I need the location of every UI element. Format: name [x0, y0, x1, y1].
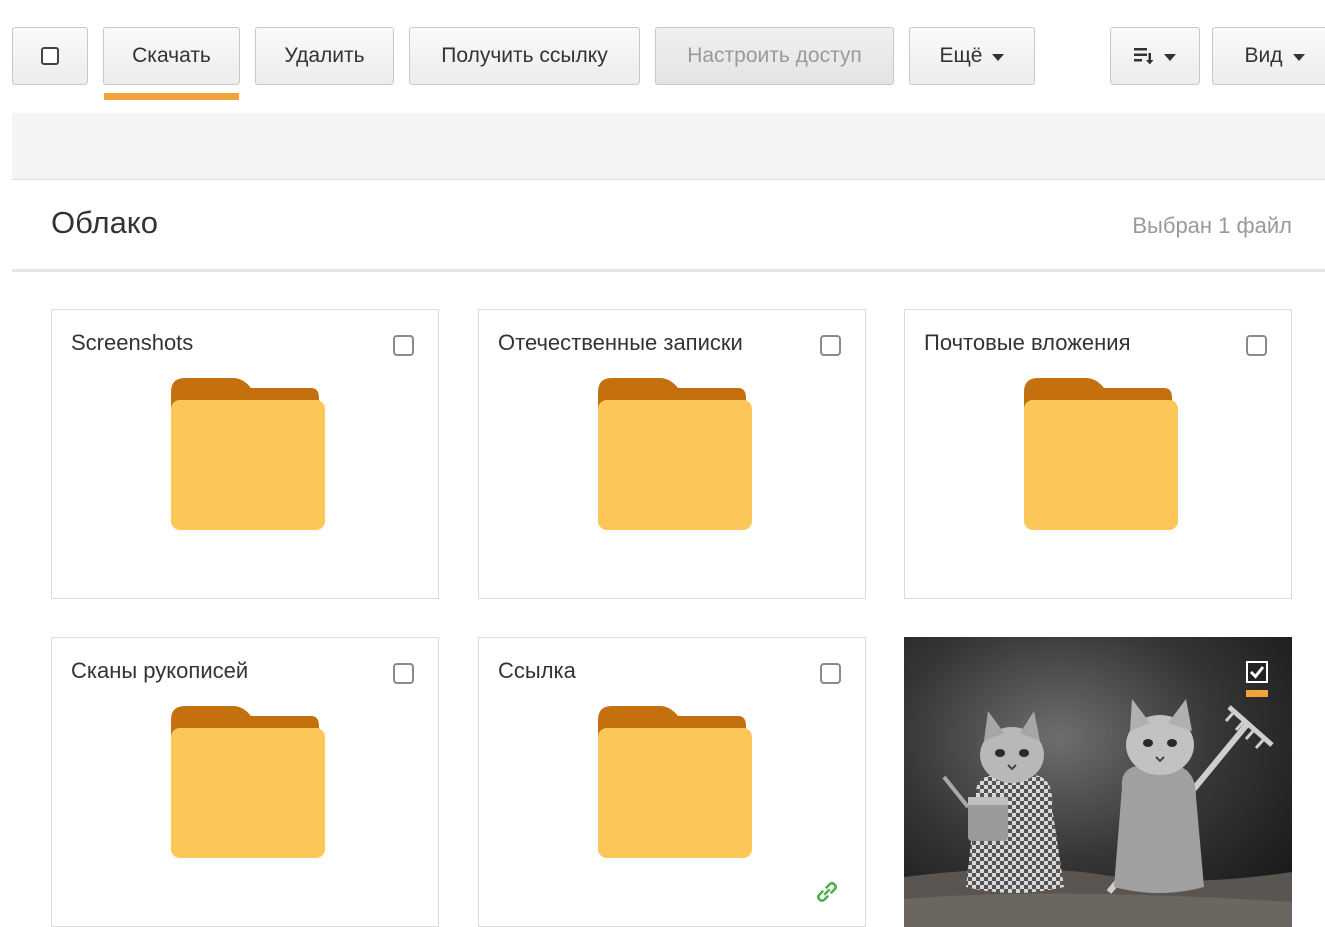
tile-checkbox[interactable] [393, 663, 414, 684]
tile-checkbox[interactable] [820, 335, 841, 356]
more-button-label: Ещё [939, 44, 983, 67]
folder-icon [171, 378, 325, 530]
active-underline [104, 93, 239, 100]
checkbox-checked-icon [1249, 666, 1265, 679]
get-link-button[interactable]: Получить ссылку [409, 27, 640, 85]
chevron-down-icon [1292, 53, 1305, 61]
tile-name: Сканы рукописей [71, 658, 249, 683]
tile-name: Отечественные записки [498, 330, 743, 355]
folder-tile-pochtovye-vlozheniya[interactable]: Почтовые вложения [904, 309, 1292, 599]
kittens-photo-thumbnail [904, 637, 1292, 927]
view-button-label: Вид [1244, 44, 1283, 67]
configure-access-button-label: Настроить доступ [687, 44, 862, 67]
folder-header: Облако Выбран 1 файл [12, 181, 1325, 272]
toolbar: Скачать Удалить Получить ссылку Настроит… [0, 0, 1325, 110]
download-button[interactable]: Скачать [103, 27, 240, 85]
view-button[interactable]: Вид [1212, 27, 1325, 85]
page-title: Облако [51, 205, 158, 240]
delete-button-label: Удалить [284, 44, 365, 67]
chevron-down-icon [992, 53, 1005, 61]
get-link-button-label: Получить ссылку [441, 44, 608, 67]
select-all-button[interactable] [12, 27, 88, 85]
folder-tile-otechestvennye-zapiski[interactable]: Отечественные записки [478, 309, 866, 599]
folder-icon [598, 706, 752, 858]
tile-name: Ссылка [498, 658, 576, 683]
configure-access-button[interactable]: Настроить доступ [655, 27, 894, 85]
sort-button[interactable] [1110, 27, 1200, 85]
image-tile-kittens[interactable] [904, 637, 1292, 927]
download-button-label: Скачать [132, 44, 211, 67]
select-all-checkbox-icon [41, 47, 59, 65]
selection-status: Выбран 1 файл [1132, 213, 1292, 238]
info-bar [12, 113, 1325, 180]
folder-icon [598, 378, 752, 530]
tile-name: Почтовые вложения [924, 330, 1131, 355]
selected-indicator [1246, 690, 1268, 697]
folder-tile-ssylka[interactable]: Ссылка [478, 637, 866, 927]
sort-icon [1134, 48, 1154, 65]
tile-checkbox[interactable] [820, 663, 841, 684]
link-icon[interactable] [815, 880, 839, 904]
tile-name: Screenshots [71, 330, 194, 355]
tile-checkbox[interactable] [1246, 335, 1267, 356]
folder-icon [1024, 378, 1178, 530]
more-button[interactable]: Ещё [909, 27, 1035, 85]
chevron-down-icon [1164, 53, 1176, 61]
tile-checkbox[interactable] [393, 335, 414, 356]
folder-tile-skany-rukopisey[interactable]: Сканы рукописей [51, 637, 439, 927]
folder-icon [171, 706, 325, 858]
tile-checkbox-checked[interactable] [1246, 661, 1268, 683]
delete-button[interactable]: Удалить [255, 27, 394, 85]
folder-tile-screenshots[interactable]: Screenshots [51, 309, 439, 599]
